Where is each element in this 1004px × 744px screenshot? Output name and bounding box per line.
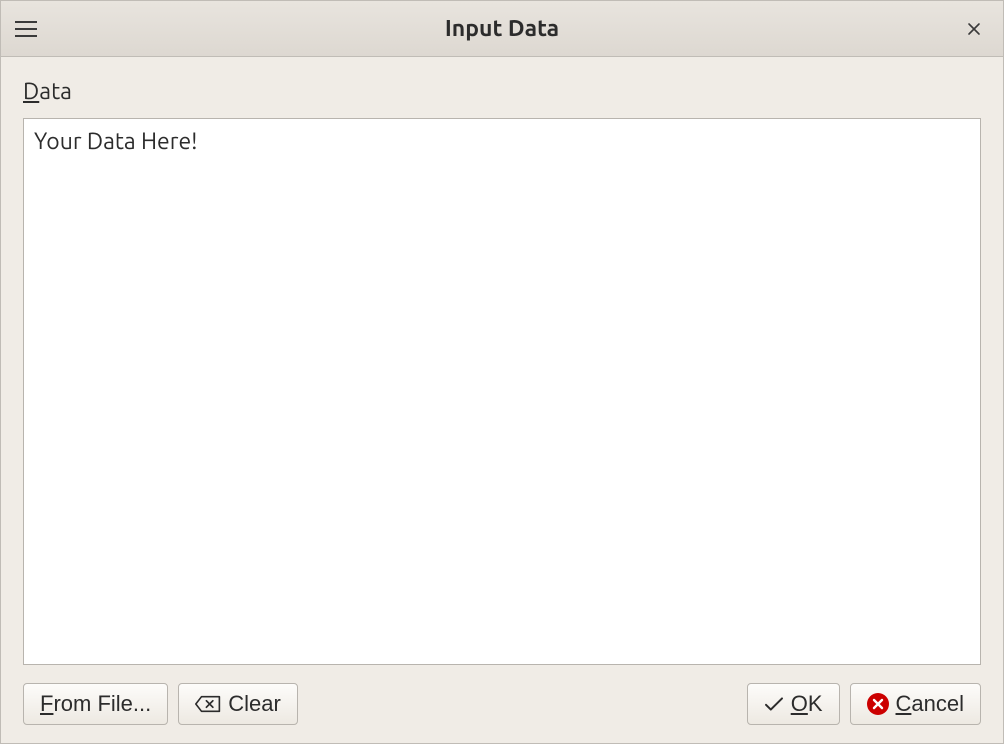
ok-button[interactable]: OK [747,683,840,725]
clear-button[interactable]: Clear [178,683,298,725]
check-icon [764,696,784,712]
cancel-button[interactable]: Cancel [850,683,981,725]
from-file-button[interactable]: From File... [23,683,168,725]
menu-icon[interactable] [15,14,45,44]
data-textarea[interactable] [24,119,980,664]
window-title: Input Data [1,16,1003,41]
data-textarea-wrap [23,118,981,665]
dialog-content: Data From File... Clear [1,57,1003,743]
dialog-window: Input Data Data From File... [0,0,1004,744]
close-icon [967,22,981,36]
cancel-icon [867,693,889,715]
backspace-icon [195,694,221,714]
data-label: Data [23,79,981,104]
clear-label: Clear [228,691,281,717]
titlebar: Input Data [1,1,1003,57]
button-row: From File... Clear OK [23,683,981,725]
close-button[interactable] [959,13,989,44]
